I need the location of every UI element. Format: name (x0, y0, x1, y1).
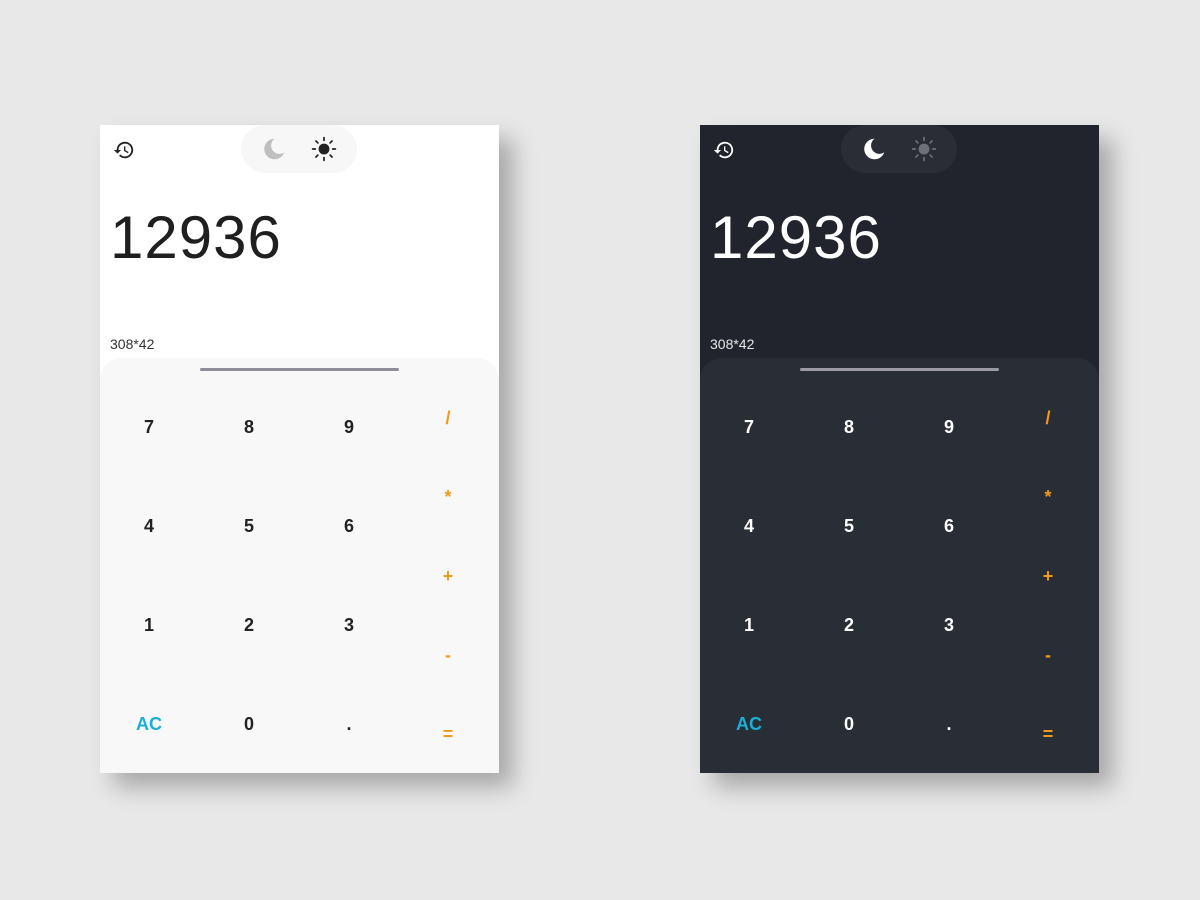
result-display: 12936 (110, 204, 282, 271)
key-subtract[interactable]: - (1018, 635, 1078, 675)
key-4[interactable]: 4 (119, 506, 179, 546)
sun-icon (311, 136, 337, 162)
key-8[interactable]: 8 (819, 407, 879, 447)
key-9[interactable]: 9 (919, 407, 979, 447)
key-multiply[interactable]: * (418, 477, 478, 517)
sun-icon (911, 136, 937, 162)
calculator-dark: 12936 308*42 7 8 9 4 5 6 1 2 3 AC 0 . / … (700, 125, 1099, 773)
key-1[interactable]: 1 (119, 605, 179, 645)
key-decimal[interactable]: . (319, 704, 379, 744)
history-icon (713, 141, 734, 159)
key-equals[interactable]: = (418, 714, 478, 754)
key-7[interactable]: 7 (719, 407, 779, 447)
dark-mode-button[interactable] (857, 132, 891, 166)
calculator-light: 12936 308*42 7 8 9 4 5 6 1 2 3 AC 0 . / … (100, 125, 499, 773)
history-button[interactable] (112, 138, 136, 162)
key-5[interactable]: 5 (219, 506, 279, 546)
result-display: 12936 (710, 204, 882, 271)
expression-display: 308*42 (110, 336, 155, 352)
moon-icon (864, 138, 885, 160)
key-3[interactable]: 3 (919, 605, 979, 645)
dark-mode-button[interactable] (257, 132, 291, 166)
theme-toggle (241, 125, 357, 173)
key-equals[interactable]: = (1018, 714, 1078, 754)
theme-toggle (841, 125, 957, 173)
key-6[interactable]: 6 (319, 506, 379, 546)
key-6[interactable]: 6 (919, 506, 979, 546)
key-4[interactable]: 4 (719, 506, 779, 546)
key-1[interactable]: 1 (719, 605, 779, 645)
key-8[interactable]: 8 (219, 407, 279, 447)
light-mode-button[interactable] (307, 132, 341, 166)
history-icon (113, 141, 134, 159)
key-multiply[interactable]: * (1018, 477, 1078, 517)
key-2[interactable]: 2 (819, 605, 879, 645)
key-9[interactable]: 9 (319, 407, 379, 447)
key-divide[interactable]: / (1018, 398, 1078, 438)
key-7[interactable]: 7 (119, 407, 179, 447)
key-add[interactable]: + (418, 556, 478, 596)
key-add[interactable]: + (1018, 556, 1078, 596)
key-0[interactable]: 0 (219, 704, 279, 744)
key-all-clear[interactable]: AC (719, 704, 779, 744)
expression-display: 308*42 (710, 336, 755, 352)
moon-icon (264, 138, 285, 160)
keypad-drag-handle[interactable] (800, 368, 999, 371)
light-mode-button[interactable] (907, 132, 941, 166)
key-divide[interactable]: / (418, 398, 478, 438)
key-decimal[interactable]: . (919, 704, 979, 744)
key-0[interactable]: 0 (819, 704, 879, 744)
keypad: 7 8 9 4 5 6 1 2 3 AC 0 . / * + - = (700, 358, 1099, 773)
keypad-drag-handle[interactable] (200, 368, 399, 371)
key-all-clear[interactable]: AC (119, 704, 179, 744)
keypad: 7 8 9 4 5 6 1 2 3 AC 0 . / * + - = (100, 358, 499, 773)
key-2[interactable]: 2 (219, 605, 279, 645)
key-5[interactable]: 5 (819, 506, 879, 546)
key-subtract[interactable]: - (418, 635, 478, 675)
key-3[interactable]: 3 (319, 605, 379, 645)
history-button[interactable] (712, 138, 736, 162)
